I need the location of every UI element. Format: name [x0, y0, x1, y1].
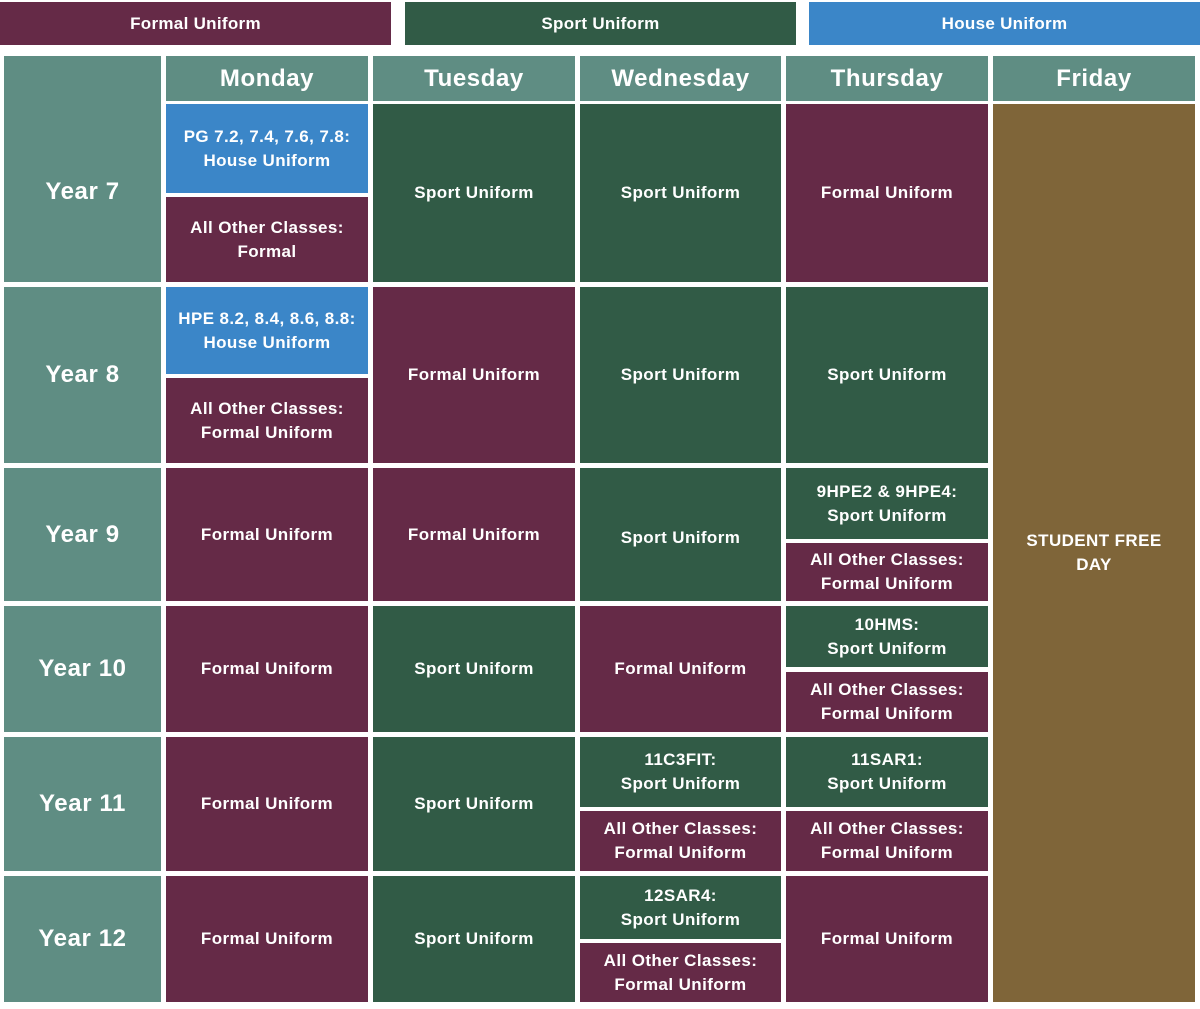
- cell-y12-thursday: Formal Uniform: [786, 876, 988, 1002]
- day-header-wednesday: Wednesday: [580, 56, 781, 101]
- cell-y7-monday-house: PG 7.2, 7.4, 7.6, 7.8: House Uniform: [166, 104, 368, 193]
- cell-y11-wednesday-formal: All Other Classes: Formal Uniform: [580, 811, 781, 871]
- year-label-7: Year 7: [4, 56, 161, 282]
- cell-y10-wednesday: Formal Uniform: [580, 606, 781, 732]
- year-label-10: Year 10: [4, 606, 161, 732]
- cell-y12-monday: Formal Uniform: [166, 876, 368, 1002]
- cell-y11-monday: Formal Uniform: [166, 737, 368, 871]
- year-label-12: Year 12: [4, 876, 161, 1002]
- day-header-tuesday: Tuesday: [373, 56, 575, 101]
- cell-y11-thursday-formal: All Other Classes: Formal Uniform: [786, 811, 988, 871]
- cell-y8-monday-house: HPE 8.2, 8.4, 8.6, 8.8: House Uniform: [166, 287, 368, 374]
- cell-y9-monday: Formal Uniform: [166, 468, 368, 601]
- year-label-11: Year 11: [4, 737, 161, 871]
- cell-y12-tuesday: Sport Uniform: [373, 876, 575, 1002]
- cell-y11-tuesday: Sport Uniform: [373, 737, 575, 871]
- year-label-8: Year 8: [4, 287, 161, 463]
- day-header-monday: Monday: [166, 56, 368, 101]
- cell-y7-tuesday: Sport Uniform: [373, 104, 575, 282]
- legend-formal-uniform: Formal Uniform: [0, 2, 391, 45]
- cell-y10-monday: Formal Uniform: [166, 606, 368, 732]
- cell-y8-tuesday: Formal Uniform: [373, 287, 575, 463]
- cell-y9-tuesday: Formal Uniform: [373, 468, 575, 601]
- cell-y7-wednesday: Sport Uniform: [580, 104, 781, 282]
- day-header-thursday: Thursday: [786, 56, 988, 101]
- legend-house-uniform: House Uniform: [809, 2, 1200, 45]
- cell-y8-thursday: Sport Uniform: [786, 287, 988, 463]
- cell-y12-wednesday-formal: All Other Classes: Formal Uniform: [580, 943, 781, 1002]
- cell-y7-monday-formal: All Other Classes: Formal: [166, 197, 368, 282]
- cell-y11-thursday-sport: 11SAR1: Sport Uniform: [786, 737, 988, 807]
- cell-y9-wednesday: Sport Uniform: [580, 468, 781, 601]
- cell-y10-thursday-sport: 10HMS: Sport Uniform: [786, 606, 988, 667]
- cell-y10-tuesday: Sport Uniform: [373, 606, 575, 732]
- year-label-9: Year 9: [4, 468, 161, 601]
- cell-y10-thursday-formal: All Other Classes: Formal Uniform: [786, 672, 988, 732]
- friday-student-free-day: STUDENT FREE DAY: [993, 104, 1195, 1002]
- cell-y9-thursday-formal: All Other Classes: Formal Uniform: [786, 543, 988, 601]
- cell-y12-wednesday-sport: 12SAR4: Sport Uniform: [580, 876, 781, 939]
- cell-y11-wednesday-sport: 11C3FIT: Sport Uniform: [580, 737, 781, 807]
- cell-y8-wednesday: Sport Uniform: [580, 287, 781, 463]
- cell-y9-thursday-sport: 9HPE2 & 9HPE4: Sport Uniform: [786, 468, 988, 539]
- legend-sport-uniform: Sport Uniform: [405, 2, 796, 45]
- day-header-friday: Friday: [993, 56, 1195, 101]
- cell-y7-thursday: Formal Uniform: [786, 104, 988, 282]
- cell-y8-monday-formal: All Other Classes: Formal Uniform: [166, 378, 368, 463]
